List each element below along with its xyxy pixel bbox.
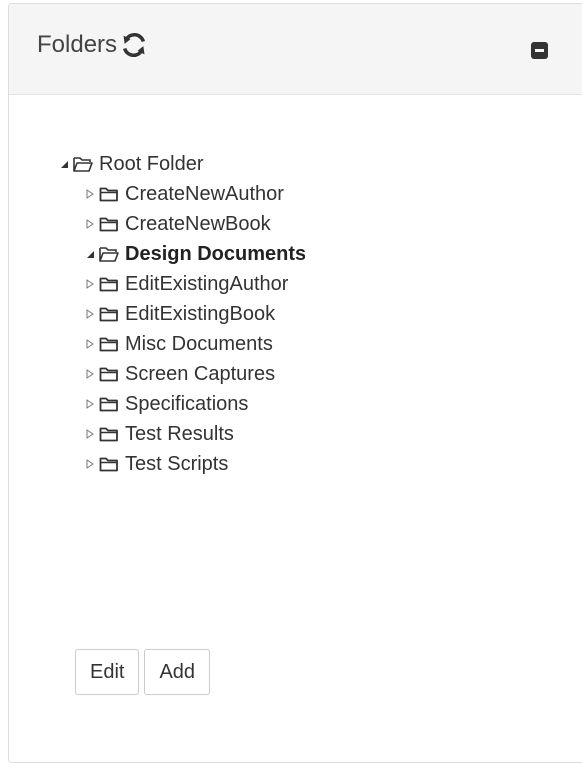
tree-item-label[interactable]: Design Documents bbox=[125, 243, 305, 266]
panel-heading: Folders bbox=[9, 4, 582, 95]
folder-tree: Root Folder CreateNewAuthor CreateNewBook… bbox=[59, 149, 305, 479]
collapsed-triangle-icon[interactable] bbox=[85, 399, 95, 409]
folders-panel: Folders Root Folder CreateNewAuthor Creat… bbox=[8, 3, 582, 763]
tree-item[interactable]: Screen Captures bbox=[59, 359, 305, 389]
panel-title-wrap: Folders bbox=[37, 31, 148, 59]
tree-item[interactable]: Test Scripts bbox=[59, 449, 305, 479]
folder-icon bbox=[99, 397, 118, 412]
collapsed-triangle-icon[interactable] bbox=[85, 189, 95, 199]
folder-icon bbox=[99, 277, 118, 292]
folder-icon bbox=[99, 307, 118, 322]
tree-item[interactable]: Misc Documents bbox=[59, 329, 305, 359]
collapsed-triangle-icon[interactable] bbox=[85, 219, 95, 229]
tree-item-label[interactable]: Test Scripts bbox=[125, 453, 228, 476]
folder-icon bbox=[99, 337, 118, 352]
collapsed-triangle-icon[interactable] bbox=[85, 459, 95, 469]
tree-item[interactable]: Design Documents bbox=[59, 239, 305, 269]
tree-item-label[interactable]: CreateNewBook bbox=[125, 213, 271, 236]
folder-open-icon bbox=[99, 247, 119, 262]
minus-square-icon[interactable] bbox=[531, 42, 548, 59]
folder-icon bbox=[99, 427, 118, 442]
refresh-icon[interactable] bbox=[120, 31, 148, 59]
collapsed-triangle-icon[interactable] bbox=[85, 309, 95, 319]
folder-open-icon bbox=[73, 157, 93, 172]
tree-item-label[interactable]: CreateNewAuthor bbox=[125, 183, 284, 206]
tree-item-label[interactable]: EditExistingAuthor bbox=[125, 273, 288, 296]
collapsed-triangle-icon[interactable] bbox=[85, 339, 95, 349]
tree-item[interactable]: CreateNewAuthor bbox=[59, 179, 305, 209]
edit-button[interactable]: Edit bbox=[75, 649, 140, 695]
expanded-triangle-icon[interactable] bbox=[59, 159, 69, 169]
folder-icon bbox=[99, 217, 118, 232]
tree-item-label[interactable]: EditExistingBook bbox=[125, 303, 275, 326]
tree-item[interactable]: EditExistingBook bbox=[59, 299, 305, 329]
collapsed-triangle-icon[interactable] bbox=[85, 429, 95, 439]
action-buttons: Edit Add bbox=[75, 649, 211, 695]
panel-title: Folders bbox=[37, 31, 118, 58]
tree-item-label[interactable]: Screen Captures bbox=[125, 363, 275, 386]
tree-item-label[interactable]: Test Results bbox=[125, 423, 234, 446]
collapsed-triangle-icon[interactable] bbox=[85, 369, 95, 379]
tree-item[interactable]: CreateNewBook bbox=[59, 209, 305, 239]
tree-item-label[interactable]: Specifications bbox=[125, 393, 248, 416]
folder-icon bbox=[99, 457, 118, 472]
tree-item[interactable]: Specifications bbox=[59, 389, 305, 419]
add-button[interactable]: Add bbox=[144, 649, 211, 695]
tree-item-label[interactable]: Misc Documents bbox=[125, 333, 273, 356]
collapsed-triangle-icon[interactable] bbox=[85, 279, 95, 289]
expanded-triangle-icon[interactable] bbox=[85, 249, 95, 259]
folder-icon bbox=[99, 367, 118, 382]
folder-icon bbox=[99, 187, 118, 202]
tree-item[interactable]: EditExistingAuthor bbox=[59, 269, 305, 299]
tree-item[interactable]: Test Results bbox=[59, 419, 305, 449]
tree-root-label[interactable]: Root Folder bbox=[99, 153, 204, 176]
tree-root-row[interactable]: Root Folder bbox=[59, 149, 305, 179]
